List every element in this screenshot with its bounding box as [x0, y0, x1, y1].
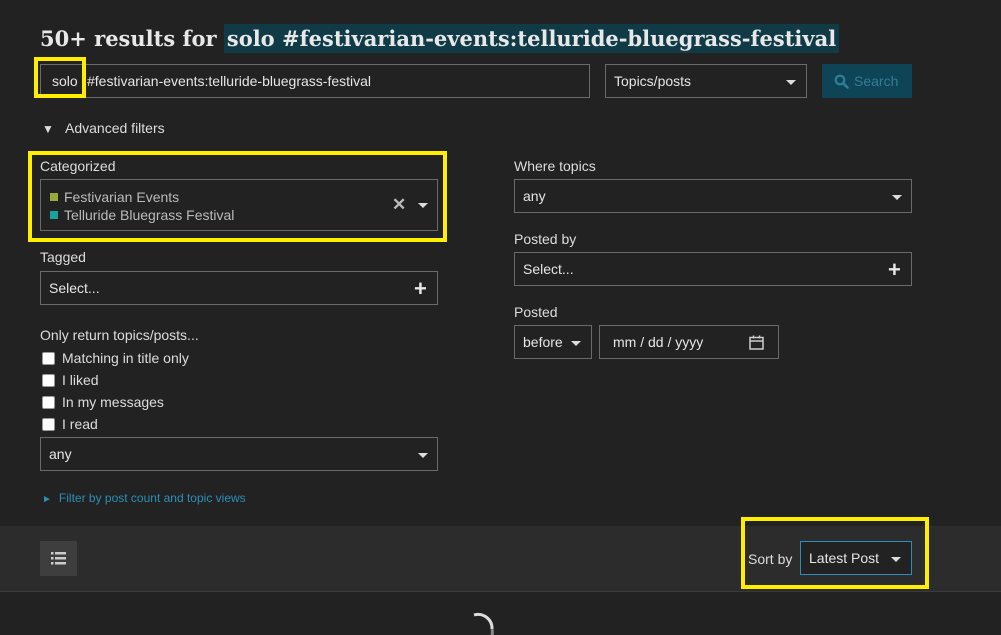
loading-spinner-icon [473, 612, 494, 635]
posted-label: Posted [514, 304, 558, 320]
checkbox[interactable] [42, 396, 55, 409]
advanced-filters-label: Advanced filters [65, 120, 165, 136]
list-icon [51, 552, 66, 565]
where-topics-select[interactable]: any [514, 179, 912, 213]
chevron-down-icon [418, 453, 428, 458]
plus-icon: + [414, 276, 427, 301]
search-type-select[interactable]: Topics/posts [605, 64, 807, 98]
search-type-value: Topics/posts [614, 73, 692, 89]
posted-by-chooser[interactable]: Select... + [514, 252, 912, 286]
tagged-label: Tagged [40, 249, 86, 265]
calendar-icon[interactable] [749, 335, 764, 350]
results-count-text: 50+ results for [40, 26, 217, 51]
where-topics-value: any [523, 188, 546, 204]
posted-by-value: Select... [523, 261, 574, 277]
only-return-value: any [49, 446, 72, 462]
tag-chooser-value: Select... [49, 280, 100, 296]
search-button-label: Search [854, 73, 899, 89]
triangle-down-icon: ▼ [42, 122, 54, 136]
posted-by-label: Posted by [514, 231, 577, 247]
chevron-down-icon [892, 195, 902, 200]
chevron-down-icon [571, 341, 581, 346]
results-heading: 50+ results for solo #festivarian-events… [40, 24, 840, 53]
plus-icon: + [888, 257, 901, 282]
search-input[interactable]: solo #festivarian-events:telluride-blueg… [40, 64, 590, 98]
option-label: I liked [62, 372, 99, 388]
triangle-right-icon: ► [42, 494, 52, 505]
search-button[interactable]: Search [822, 64, 912, 98]
highlight-categorized [28, 151, 447, 242]
filter-link-label: Filter by post count and topic views [58, 491, 246, 505]
posted-date-placeholder: mm / dd / yyyy [613, 334, 704, 350]
where-topics-label: Where topics [514, 158, 596, 174]
checkbox[interactable] [42, 418, 55, 431]
checkbox[interactable] [42, 352, 55, 365]
highlight-sort [741, 517, 929, 589]
checkbox[interactable] [42, 374, 55, 387]
posted-date-input[interactable]: mm / dd / yyyy [599, 325, 779, 359]
search-icon [834, 74, 849, 89]
filter-post-count-link[interactable]: ► Filter by post count and topic views [42, 491, 246, 505]
tag-chooser[interactable]: Select... + [40, 271, 438, 305]
option-label: In my messages [62, 394, 164, 410]
divider [0, 591, 1001, 592]
only-return-select[interactable]: any [40, 437, 438, 471]
chevron-down-icon [786, 80, 796, 85]
advanced-filters-toggle[interactable]: ▼ Advanced filters [42, 120, 165, 136]
posted-when-select[interactable]: before [514, 325, 592, 359]
option-label: Matching in title only [62, 350, 189, 366]
search-term-category: #festivarian-events:telluride-bluegrass-… [87, 73, 372, 89]
only-return-label: Only return topics/posts... [40, 327, 199, 343]
highlight-search-term [34, 57, 86, 98]
results-query-text: solo #festivarian-events:telluride-blueg… [223, 24, 840, 53]
posted-when-value: before [523, 334, 563, 350]
option-label: I read [62, 416, 98, 432]
bulk-select-button[interactable] [40, 541, 77, 576]
